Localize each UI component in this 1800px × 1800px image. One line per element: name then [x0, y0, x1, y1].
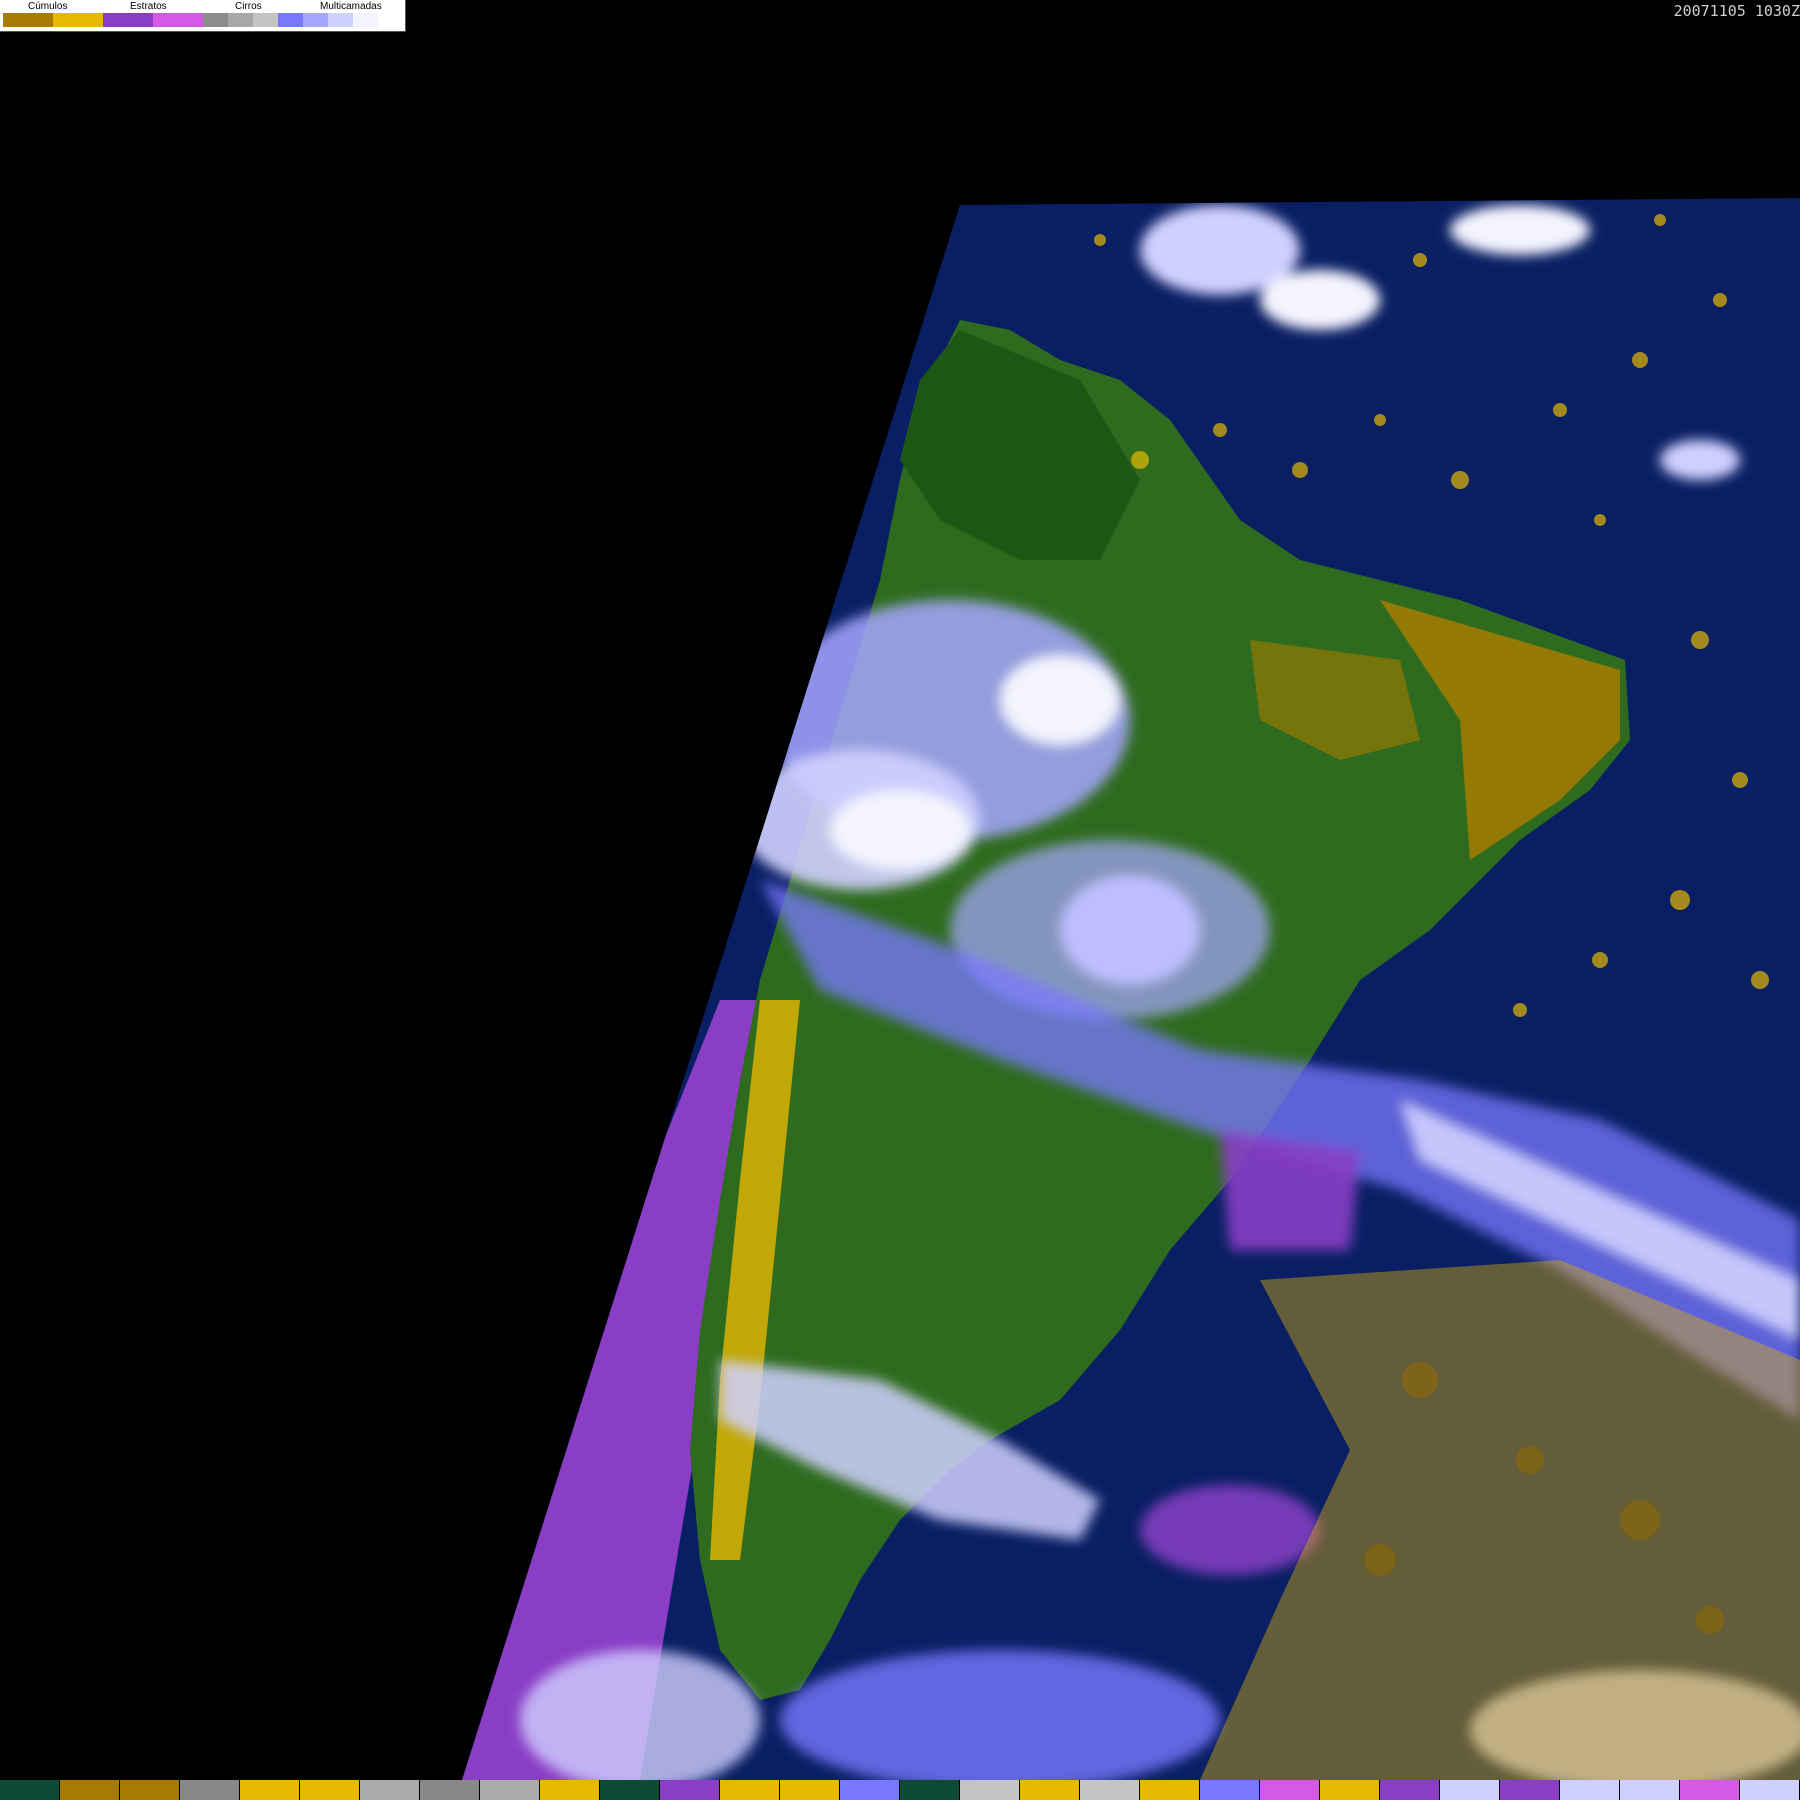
strip-cell — [720, 1780, 780, 1800]
strip-cell — [1140, 1780, 1200, 1800]
legend-swatch — [228, 13, 253, 27]
strip-cell — [1320, 1780, 1380, 1800]
legend-swatch — [203, 13, 228, 27]
strip-cell — [1440, 1780, 1500, 1800]
strip-cell — [1620, 1780, 1680, 1800]
strip-cell — [420, 1780, 480, 1800]
strip-cell — [1380, 1780, 1440, 1800]
legend-label-cumulos: Cúmulos — [28, 1, 68, 12]
strip-cell — [1740, 1780, 1800, 1800]
cloud-type-legend: Cúmulos Estratos Cirros Multicamadas — [0, 0, 406, 32]
legend-swatch — [53, 13, 103, 27]
legend-swatch — [328, 13, 353, 27]
legend-swatch — [153, 13, 203, 27]
strip-cell — [1080, 1780, 1140, 1800]
strip-cell — [660, 1780, 720, 1800]
legend-label-estratos: Estratos — [130, 1, 167, 12]
strip-cell — [1020, 1780, 1080, 1800]
legend-swatch — [278, 13, 303, 27]
strip-cell — [840, 1780, 900, 1800]
strip-cell — [120, 1780, 180, 1800]
strip-cell — [180, 1780, 240, 1800]
strip-cell — [600, 1780, 660, 1800]
legend-swatch — [103, 13, 153, 27]
image-timestamp: 20071105 1030Z — [1673, 2, 1800, 20]
strip-cell — [360, 1780, 420, 1800]
legend-swatch — [303, 13, 328, 27]
satellite-image — [0, 0, 1800, 1800]
strip-cell — [300, 1780, 360, 1800]
legend-label-cirros: Cirros — [235, 1, 262, 12]
strip-cell — [0, 1780, 60, 1800]
bottom-color-strip — [0, 1780, 1800, 1800]
legend-swatch — [253, 13, 278, 27]
strip-cell — [1500, 1780, 1560, 1800]
legend-swatch — [3, 13, 53, 27]
strip-cell — [780, 1780, 840, 1800]
strip-cell — [1560, 1780, 1620, 1800]
legend-swatch — [353, 13, 378, 27]
strip-cell — [60, 1780, 120, 1800]
strip-cell — [240, 1780, 300, 1800]
strip-cell — [960, 1780, 1020, 1800]
strip-cell — [540, 1780, 600, 1800]
legend-label-multicamadas: Multicamadas — [320, 1, 382, 12]
strip-cell — [1260, 1780, 1320, 1800]
strip-cell — [900, 1780, 960, 1800]
strip-cell — [480, 1780, 540, 1800]
strip-cell — [1200, 1780, 1260, 1800]
strip-cell — [1680, 1780, 1740, 1800]
